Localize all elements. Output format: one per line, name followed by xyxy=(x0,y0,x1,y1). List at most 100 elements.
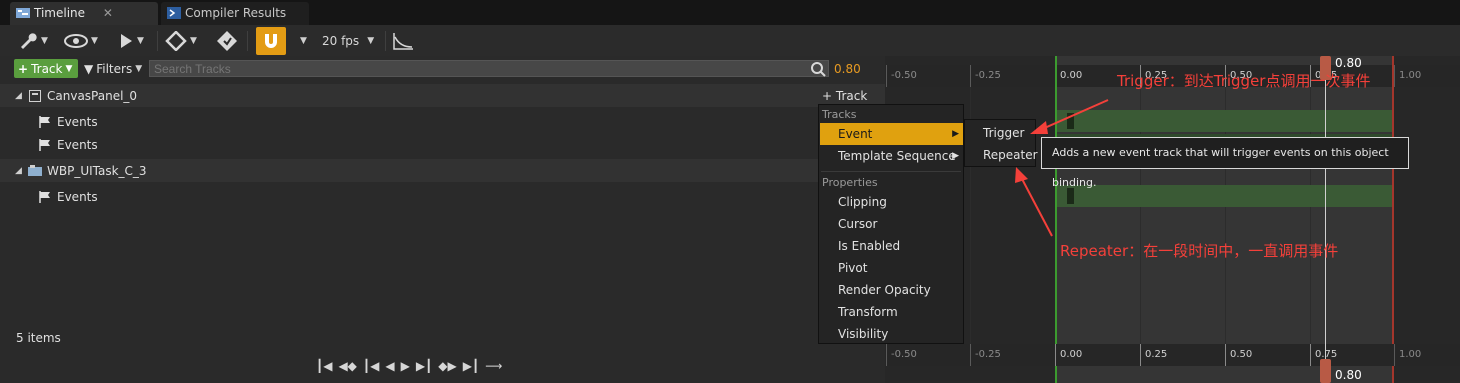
expander-icon[interactable]: ◢ xyxy=(15,166,22,176)
play-icon xyxy=(121,34,132,48)
menu-item-render-opacity[interactable]: Render Opacity xyxy=(820,279,963,301)
event-track-section[interactable] xyxy=(1057,185,1394,207)
chevron-down-icon: ▼ xyxy=(41,36,48,46)
event-track-section[interactable] xyxy=(1057,110,1394,132)
timeline-icon xyxy=(16,8,30,18)
ruler-tick: 0.00 xyxy=(1055,65,1082,87)
jump-to-previous-key-icon[interactable]: ◀◆ xyxy=(338,359,356,373)
chevron-down-icon: ▼ xyxy=(135,63,143,74)
filters-label: Filters xyxy=(96,61,133,76)
divider xyxy=(157,31,158,51)
expander-icon[interactable]: ◢ xyxy=(15,91,22,101)
step-forward-icon[interactable]: ▶┃ xyxy=(416,359,432,373)
add-track-button[interactable]: + Track ▼ xyxy=(14,59,78,78)
playhead-time-value[interactable]: 0.80 xyxy=(834,62,861,76)
play-reverse-icon[interactable]: ◀ xyxy=(385,359,394,373)
auto-key-button[interactable] xyxy=(216,29,238,53)
row-track-label: Track xyxy=(835,88,868,103)
menu-section-header: Tracks xyxy=(822,108,857,121)
menu-item-pivot[interactable]: Pivot xyxy=(820,257,963,279)
tree-row-events[interactable]: Events xyxy=(0,185,885,208)
snap-toggle[interactable] xyxy=(256,27,286,55)
fps-dropdown[interactable]: 20 fps ▼ xyxy=(322,29,374,53)
divider xyxy=(821,171,961,172)
tree-row-canvaspanel[interactable]: ◢ CanvasPanel_0 + Track xyxy=(0,84,885,107)
playhead-label-top: 0.80 xyxy=(1335,56,1362,70)
transport-controls: ┃◀ ◀◆ ┃◀ ◀ ▶ ▶┃ ◆▶ ▶┃ ⟶ xyxy=(316,354,502,378)
menu-item-label: Visibility xyxy=(838,327,889,341)
toolbar: ▼ ▼ ▼ ▼ ▼ 20 fps ▼ xyxy=(0,25,1460,56)
view-options-button[interactable]: ▼ xyxy=(64,29,98,53)
row-label: WBP_UITask_C_3 xyxy=(47,163,147,178)
submenu-item-label: Repeater xyxy=(983,148,1038,162)
play-icon[interactable]: ▶ xyxy=(401,359,410,373)
chevron-down-icon: ▼ xyxy=(65,63,73,74)
menu-item-event[interactable]: Event ▶ xyxy=(820,123,963,145)
key-options-button[interactable]: ▼ xyxy=(165,29,197,53)
menu-item-clipping[interactable]: Clipping xyxy=(820,191,963,213)
ruler-tick: 1.00 xyxy=(1394,65,1421,87)
row-label: Events xyxy=(57,189,98,204)
submenu-item-trigger[interactable]: Trigger xyxy=(966,122,1036,144)
menu-item-label: Cursor xyxy=(838,217,878,231)
tree-row-events[interactable]: Events xyxy=(0,133,885,156)
menu-item-label: Transform xyxy=(838,305,898,319)
add-track-menu: Tracks Event ▶ Template Sequence ▶ Prope… xyxy=(818,104,964,344)
playhead-line[interactable] xyxy=(1325,56,1326,383)
menu-item-is-enabled[interactable]: Is Enabled xyxy=(820,235,963,257)
timeline-area[interactable]: -0.50 -0.25 0.00 0.25 0.50 0.75 1.00 -0.… xyxy=(885,56,1460,383)
playhead-handle-bottom[interactable] xyxy=(1320,359,1331,383)
filter-icon: ▼ xyxy=(84,61,94,76)
search-input[interactable] xyxy=(149,60,829,77)
tab-compiler-results[interactable]: Compiler Results xyxy=(161,2,309,25)
step-back-icon[interactable]: ┃◀ xyxy=(363,359,379,373)
widget-blueprint-icon xyxy=(28,164,42,176)
general-options-button[interactable]: ▼ xyxy=(18,29,48,53)
menu-item-visibility[interactable]: Visibility xyxy=(820,323,963,345)
jump-to-next-key-icon[interactable]: ◆▶ xyxy=(438,359,456,373)
canvas-panel-icon xyxy=(29,89,41,102)
ruler-tick: 1.00 xyxy=(1394,344,1421,366)
time-ruler-bottom[interactable]: -0.50 -0.25 0.00 0.25 0.50 0.75 1.00 xyxy=(885,344,1460,366)
ruler-tick: 0.25 xyxy=(1140,344,1167,366)
filters-button[interactable]: ▼ Filters ▼ xyxy=(84,59,142,78)
menu-item-label: Render Opacity xyxy=(838,283,931,297)
plus-icon: + xyxy=(18,61,29,76)
search-icon[interactable] xyxy=(809,60,827,78)
plus-icon: + xyxy=(822,88,836,103)
menu-item-cursor[interactable]: Cursor xyxy=(820,213,963,235)
jump-to-end-icon[interactable]: ▶┃ xyxy=(463,359,479,373)
key-diamond-icon xyxy=(165,31,187,51)
chevron-down-icon: ▼ xyxy=(137,36,144,46)
key-tag-icon xyxy=(217,31,237,51)
tree-row-events[interactable]: Events xyxy=(0,110,885,133)
snap-options-dropdown[interactable]: ▼ xyxy=(297,29,307,53)
menu-item-template-sequence[interactable]: Template Sequence ▶ xyxy=(820,145,963,167)
playhead-label-bottom: 0.80 xyxy=(1335,368,1362,382)
flag-icon xyxy=(39,138,50,151)
ruler-tick: -0.50 xyxy=(886,65,917,87)
loop-icon[interactable]: ⟶ xyxy=(485,359,502,373)
playback-end-marker[interactable] xyxy=(1392,56,1394,383)
chevron-down-icon: ▼ xyxy=(91,36,98,46)
playback-start-marker[interactable] xyxy=(1055,56,1057,383)
menu-item-transform[interactable]: Transform xyxy=(820,301,963,323)
out-of-range-shade xyxy=(1394,56,1460,383)
submenu-arrow-icon: ▶ xyxy=(952,129,959,139)
event-key[interactable] xyxy=(1067,113,1074,129)
submenu-item-repeater[interactable]: Repeater xyxy=(966,144,1038,166)
row-track-button[interactable]: + Track xyxy=(822,89,867,103)
ruler-tick: 0.00 xyxy=(1055,344,1082,366)
tab-timeline[interactable]: Timeline ✕ xyxy=(10,2,158,25)
ruler-tick: -0.50 xyxy=(886,344,917,366)
playback-options-button[interactable]: ▼ xyxy=(118,29,144,53)
row-label: Events xyxy=(57,137,98,152)
annotation-trigger: Trigger：到达Trigger点调用一次事件 xyxy=(1117,72,1371,90)
curve-editor-button[interactable] xyxy=(392,29,414,53)
close-icon[interactable]: ✕ xyxy=(103,6,113,20)
ruler-tick: -0.25 xyxy=(970,65,1001,87)
jump-to-start-icon[interactable]: ┃◀ xyxy=(316,359,332,373)
chevron-down-icon: ▼ xyxy=(300,36,307,46)
tab-bar: Timeline ✕ Compiler Results xyxy=(0,0,1460,25)
tree-row-wbp-uitask[interactable]: ◢ WBP_UITask_C_3 xyxy=(0,159,885,182)
